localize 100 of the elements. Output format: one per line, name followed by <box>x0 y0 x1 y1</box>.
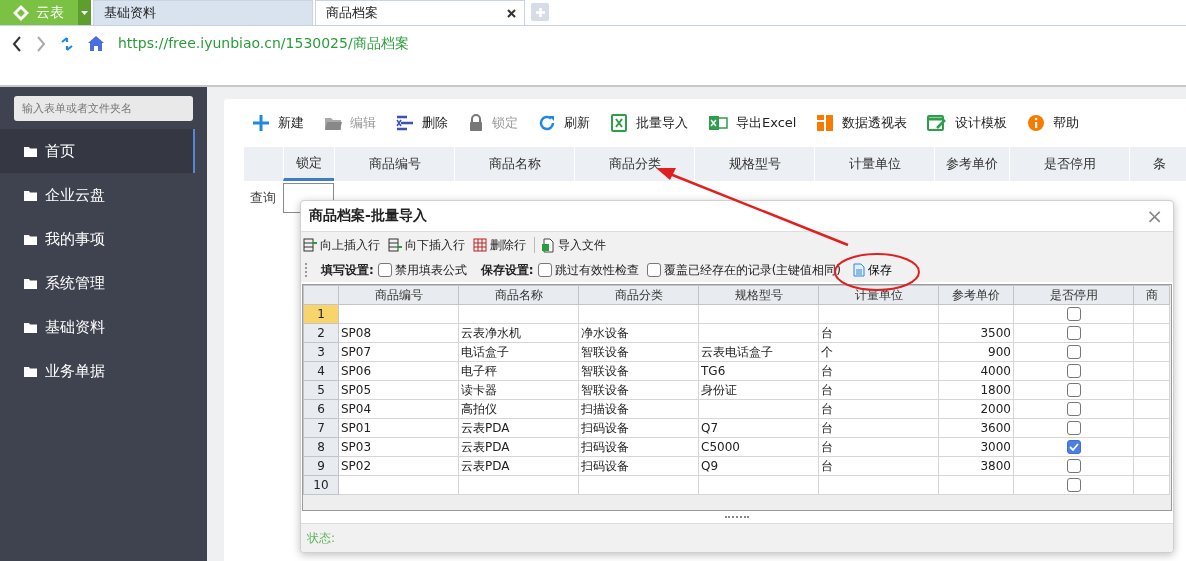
toolbar-button[interactable]: 删除行 <box>473 236 528 254</box>
column-header[interactable]: 商品名称 <box>458 285 579 305</box>
column-header[interactable]: 是否停用 <box>1009 147 1129 181</box>
checkbox[interactable] <box>646 263 661 277</box>
save-button[interactable]: 保存 <box>853 261 892 279</box>
table-cell: 云表PDA <box>461 458 510 473</box>
insert-row-icon <box>388 238 402 252</box>
table-cell: 电话盒子 <box>461 344 509 359</box>
query-label: 查询 <box>249 189 277 207</box>
checkbox[interactable] <box>377 263 392 277</box>
toolbar-button[interactable]: 导出Excel <box>708 114 797 132</box>
table-cell: 3800 <box>980 459 1011 473</box>
dropdown-button[interactable] <box>78 0 91 25</box>
table-cell: 身份证 <box>701 382 737 397</box>
table-cell: SP06 <box>341 364 372 378</box>
column-header[interactable]: 计量单位 <box>814 147 934 181</box>
table-cell: SP04 <box>341 402 372 416</box>
column-header[interactable]: 商品编号 <box>338 285 459 305</box>
column-header[interactable]: 规格型号 <box>694 147 814 181</box>
sidebar-item[interactable]: 基础资料 <box>0 305 207 349</box>
home-icon[interactable] <box>88 36 104 51</box>
column-header[interactable]: 条 <box>1129 147 1186 181</box>
checkbox[interactable] <box>1066 345 1081 360</box>
checkbox[interactable] <box>1066 402 1081 417</box>
sidebar-item[interactable]: 首页 <box>0 129 195 173</box>
toolbar-button[interactable]: 帮助 <box>1027 114 1080 132</box>
logo-icon <box>12 3 30 22</box>
folder-icon <box>324 115 342 131</box>
delete-row-icon <box>473 238 487 252</box>
forward-icon[interactable] <box>36 35 46 52</box>
table-cell: 智联设备 <box>581 363 629 378</box>
table-cell: 3000 <box>980 440 1011 454</box>
toolbar-button[interactable]: 删除 <box>396 114 448 132</box>
table-cell: 台 <box>821 325 833 340</box>
table-cell: 4000 <box>980 364 1011 378</box>
checkbox-label[interactable]: 禁用填表公式 <box>394 261 467 279</box>
back-icon[interactable] <box>12 35 22 52</box>
spreadsheet-icon <box>708 114 728 132</box>
checkbox[interactable] <box>1066 421 1081 436</box>
refresh-icon <box>538 114 556 132</box>
checkbox[interactable] <box>1066 307 1081 322</box>
close-icon[interactable] <box>507 8 516 18</box>
toolbar-button[interactable]: 向上插入行 <box>303 236 382 254</box>
column-header[interactable]: 参考单价 <box>934 147 1009 181</box>
table-cell: 台 <box>821 420 833 435</box>
table-cell: SP08 <box>341 326 372 340</box>
sidebar-item[interactable]: 业务单据 <box>0 349 207 393</box>
column-header[interactable]: 参考单价 <box>938 285 1014 305</box>
edit-window-icon <box>927 114 948 132</box>
table-cell: 云表PDA <box>461 439 510 454</box>
table-cell: SP05 <box>341 383 372 397</box>
column-header[interactable]: 是否停用 <box>1013 285 1134 305</box>
toolbar-button[interactable]: 刷新 <box>538 114 590 132</box>
folder-icon <box>24 233 37 245</box>
table-cell: Q9 <box>701 459 719 473</box>
sidebar-item[interactable]: 系统管理 <box>0 261 207 305</box>
column-header[interactable]: 计量单位 <box>818 285 939 305</box>
close-button[interactable]: × <box>1146 206 1163 226</box>
toolbar-button[interactable]: 数据透视表 <box>816 114 908 132</box>
lock-icon <box>468 114 484 132</box>
toolbar-button[interactable]: 导入文件 <box>541 236 608 254</box>
column-header[interactable]: 商 <box>1133 285 1170 305</box>
toolbar-button[interactable]: 向下插入行 <box>388 236 467 254</box>
checkbox-label[interactable]: 跳过有效性检查 <box>554 261 639 279</box>
table-cell: SP07 <box>341 345 372 359</box>
table-cell: 台 <box>821 401 833 416</box>
toolbar-button[interactable]: 新建 <box>252 114 304 132</box>
checkbox-label[interactable]: 覆盖已经存在的记录(主键值相同) <box>663 261 841 279</box>
list-delete-icon <box>396 115 414 131</box>
search-field[interactable]: 输入表单或者文件夹名 <box>14 96 193 121</box>
browser-tab[interactable]: 商品档案 <box>315 0 525 25</box>
table-cell: 高拍仪 <box>461 401 497 416</box>
table-cell: 台 <box>821 458 833 473</box>
address-url[interactable]: https://free.iyunbiao.cn/1530025/商品档案 <box>118 34 409 53</box>
refresh-icon[interactable] <box>60 35 74 52</box>
caret-icon <box>81 10 88 15</box>
checkbox[interactable] <box>1066 364 1081 379</box>
column-header[interactable]: 商品名称 <box>454 147 574 181</box>
checkbox[interactable] <box>1066 383 1081 398</box>
sidebar-item[interactable]: 企业云盘 <box>0 173 207 217</box>
column-header[interactable]: 规格型号 <box>698 285 819 305</box>
toolbar-button[interactable]: 批量导入 <box>610 114 688 132</box>
checkbox[interactable] <box>1066 326 1081 341</box>
table-cell: C5000 <box>701 440 740 454</box>
table-cell: Q7 <box>701 421 719 435</box>
table-cell: 扫码设备 <box>581 439 629 454</box>
column-header[interactable]: 商品分类 <box>578 285 699 305</box>
table-cell: 台 <box>821 363 833 378</box>
checkbox[interactable] <box>1066 459 1081 474</box>
sidebar-item[interactable]: 我的事项 <box>0 217 207 261</box>
browser-tab[interactable]: 基础资料 <box>93 0 313 25</box>
table-cell: SP01 <box>341 421 372 435</box>
table-cell: 读卡器 <box>461 382 497 397</box>
plus-icon <box>252 114 270 132</box>
checkbox[interactable] <box>1066 478 1081 493</box>
column-header[interactable]: 商品编号 <box>334 147 454 181</box>
toolbar-button[interactable]: 设计模板 <box>927 114 1008 132</box>
table-cell: 净水设备 <box>581 325 629 340</box>
checkbox[interactable] <box>537 263 552 277</box>
insert-row-icon <box>303 238 317 252</box>
